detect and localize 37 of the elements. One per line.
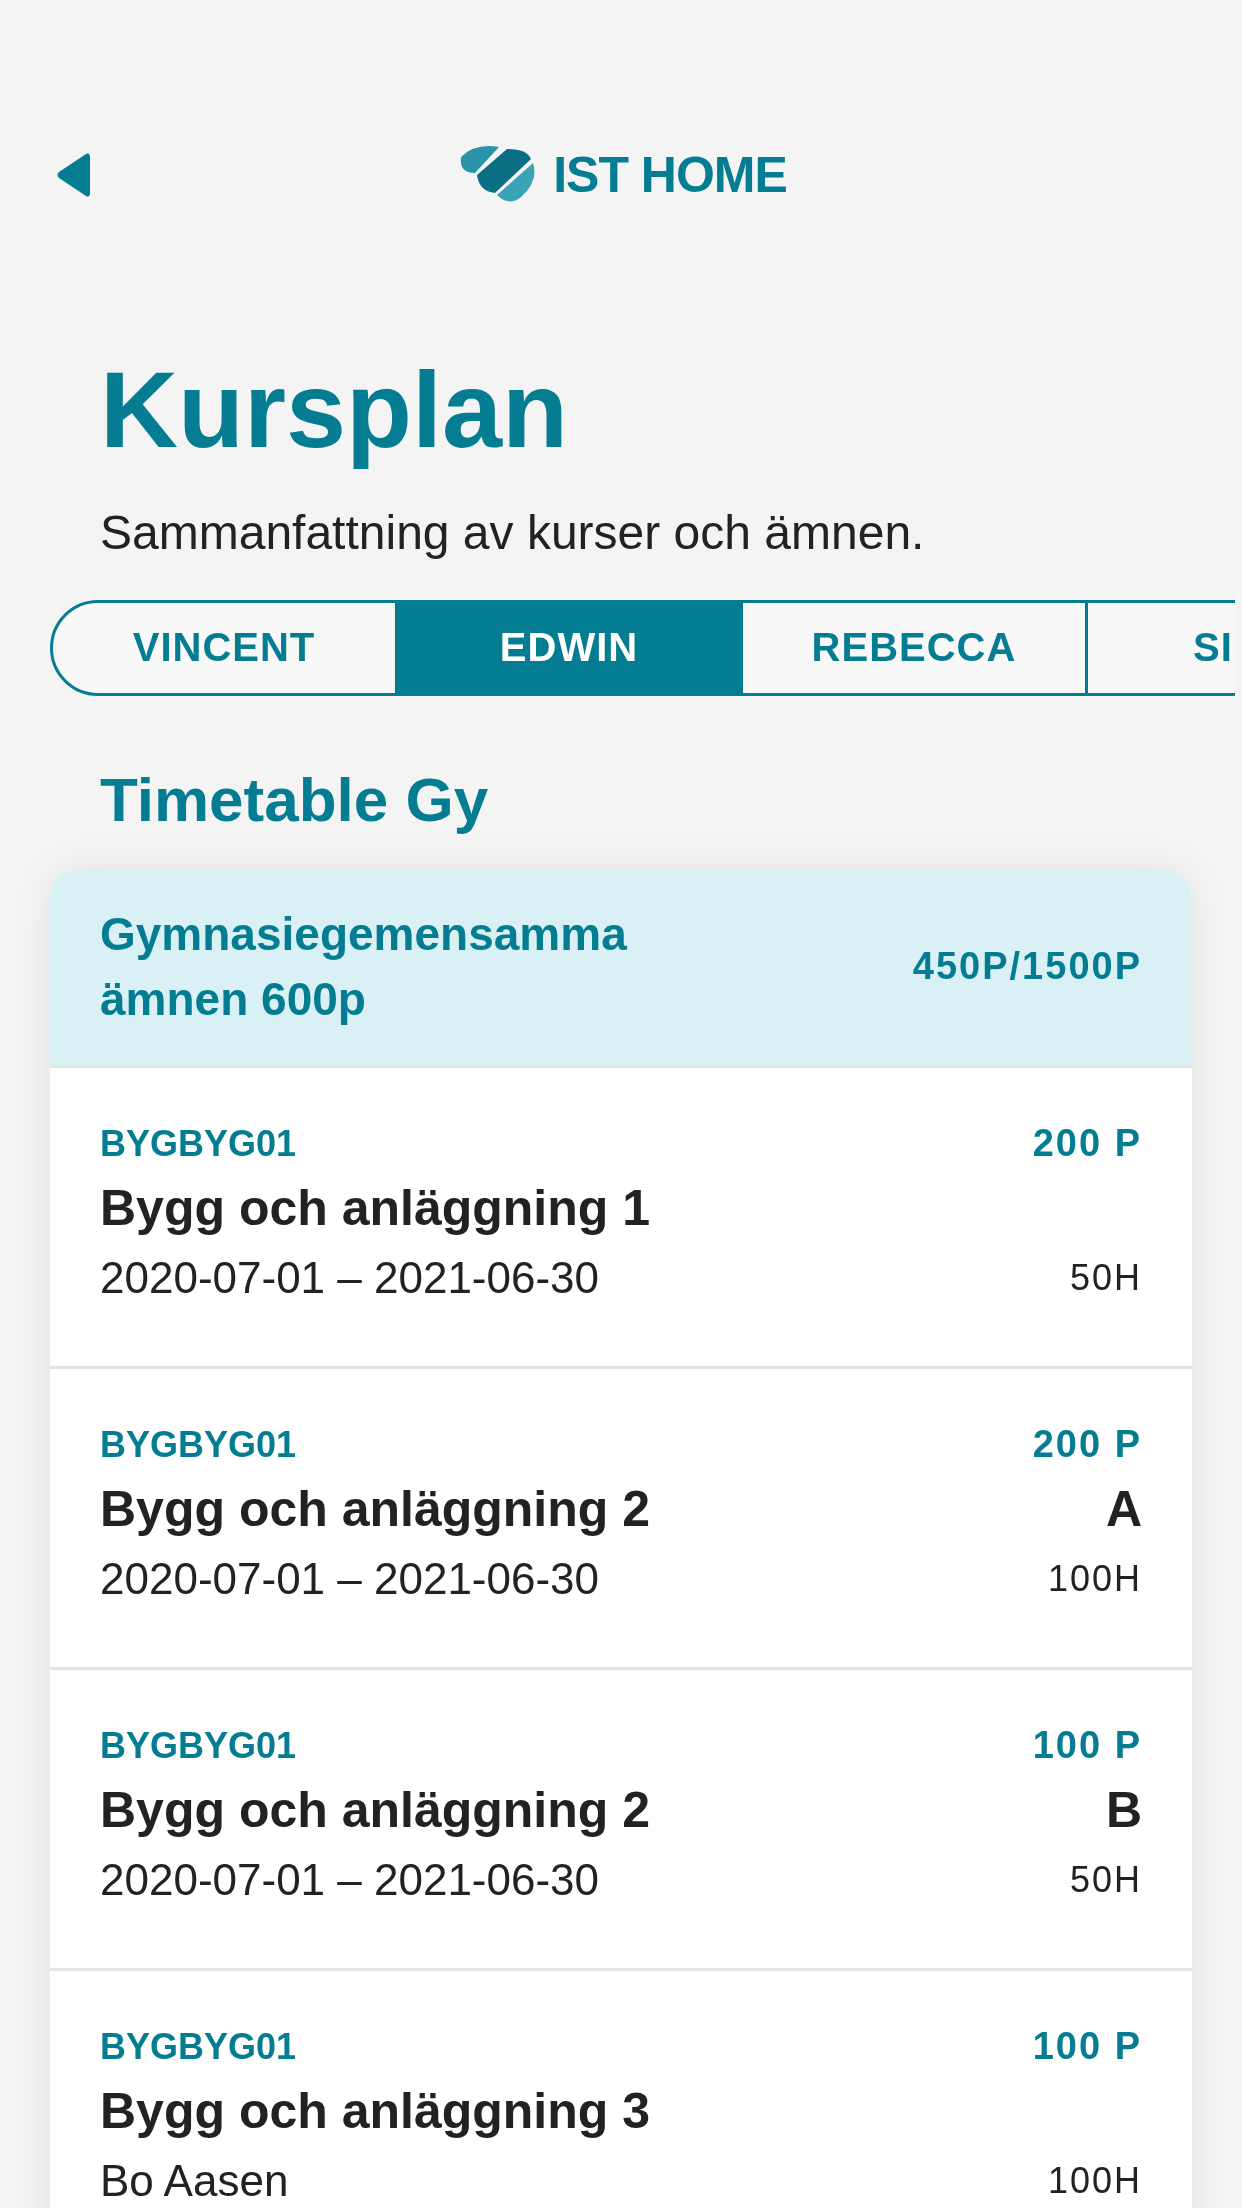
page-title: Kursplan <box>100 348 570 472</box>
course-grade: A <box>1105 1479 1142 1538</box>
course-code: BYGBYG01 <box>100 1724 298 1767</box>
course-name: Bygg och anläggning 2 <box>100 1479 652 1538</box>
course-code: BYGBYG01 <box>100 2025 298 2068</box>
back-icon <box>56 152 90 198</box>
group-points: 450P/1500P <box>912 945 1142 989</box>
course-name: Bygg och anläggning 1 <box>100 1178 652 1237</box>
course-hours: 100H <box>1047 2159 1142 2202</box>
course-row[interactable]: BYGBYG01 100 P Bygg och anläggning 2 B 2020-07-01 – 2021-06-30 50H <box>50 1666 1192 1968</box>
course-points: 200 P <box>1032 1122 1142 1166</box>
course-points: 100 P <box>1032 2025 1142 2069</box>
course-name: Bygg och anläggning 3 <box>100 2081 652 2140</box>
logo-text: IST HOME <box>553 146 787 204</box>
course-code: BYGBYG01 <box>100 1423 298 1466</box>
section-title: Timetable Gy <box>100 763 490 835</box>
course-hours: 100H <box>1047 1557 1142 1600</box>
course-detail: 2020-07-01 – 2021-06-30 <box>100 1854 601 1905</box>
course-detail: 2020-07-01 – 2021-06-30 <box>100 1553 601 1604</box>
course-code: BYGBYG01 <box>100 1122 298 1165</box>
person-tab[interactable]: EDWIN <box>395 599 743 696</box>
person-tab[interactable]: REBECCA <box>740 599 1088 696</box>
course-points: 200 P <box>1032 1423 1142 1467</box>
course-detail: Bo Aasen <box>100 2155 290 2206</box>
course-row[interactable]: BYGBYG01 200 P Bygg och anläggning 2 A 2020-07-01 – 2021-06-30 100H <box>50 1365 1192 1667</box>
person-tab[interactable]: SI <box>1085 599 1235 696</box>
course-hours: 50H <box>1069 1858 1142 1901</box>
course-detail: 2020-07-01 – 2021-06-30 <box>100 1252 601 1303</box>
course-points: 100 P <box>1032 1724 1142 1768</box>
course-hours: 50H <box>1069 1256 1142 1299</box>
person-tab[interactable]: VINCENT <box>50 599 398 696</box>
course-row[interactable]: BYGBYG01 200 P Bygg och anläggning 1 2020-07-01 – 2021-06-30 50H <box>50 1064 1192 1366</box>
group-title: Gymnasiegemensamma ämnen 600p <box>100 907 628 1027</box>
course-grade: B <box>1105 1780 1142 1839</box>
course-name: Bygg och anläggning 2 <box>100 1780 652 1839</box>
course-row[interactable]: BYGBYG01 100 P Bygg och anläggning 3 Bo Aasen 100H <box>50 1967 1192 2208</box>
page-subtitle: Sammanfattning av kurser och ämnen. <box>100 504 926 560</box>
